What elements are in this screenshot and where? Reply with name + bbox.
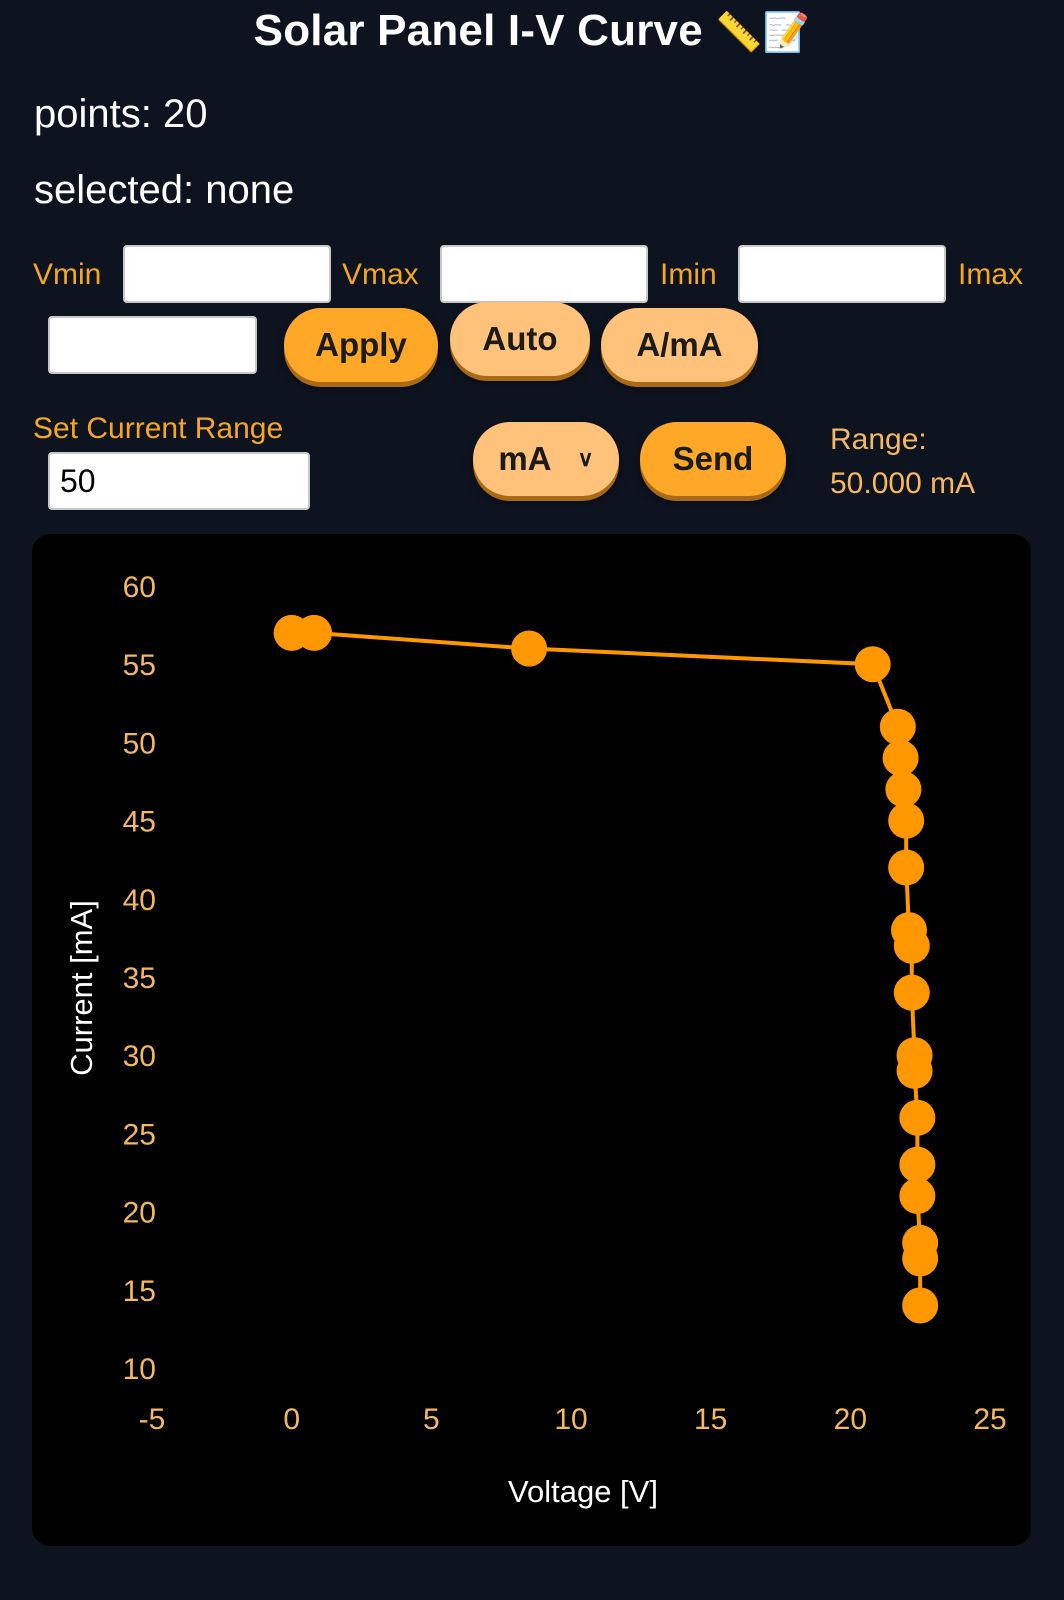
imax-input[interactable] <box>48 316 257 374</box>
page-title-text: Solar Panel I-V Curve <box>253 6 703 55</box>
apply-button[interactable]: Apply <box>284 308 438 382</box>
y-axis-label: Current [mA] <box>64 900 99 1076</box>
send-button[interactable]: Send <box>640 422 786 496</box>
y-tick-label: 55 <box>123 649 156 682</box>
y-tick-label: 20 <box>123 1197 156 1230</box>
y-tick-label: 35 <box>123 962 156 995</box>
data-point[interactable] <box>296 614 333 651</box>
range-readout: Range: 50.000 mA <box>830 418 975 506</box>
y-tick-label: 45 <box>123 806 156 839</box>
unit-toggle-button[interactable]: A/mA <box>601 308 758 382</box>
iv-chart: 60 55 50 45 40 35 30 25 20 15 10 -5 0 5 10 15 20 25 Curr… <box>32 534 1031 1546</box>
data-point[interactable] <box>902 1287 939 1324</box>
y-tick-label: 15 <box>123 1275 156 1308</box>
vmin-label: Vmin <box>33 258 102 291</box>
data-point[interactable] <box>896 1052 933 1089</box>
data-point[interactable] <box>888 802 925 839</box>
vmax-input[interactable] <box>440 245 648 303</box>
current-range-input[interactable] <box>48 452 310 510</box>
series-line <box>291 630 923 1306</box>
x-tick-label: 20 <box>834 1403 867 1436</box>
x-tick-label: 5 <box>423 1403 440 1436</box>
iv-chart-svg: 60 55 50 45 40 35 30 25 20 15 10 -5 0 5 10 15 20 25 Curr… <box>64 571 1007 1509</box>
data-point[interactable] <box>882 740 919 777</box>
data-point[interactable] <box>899 1146 936 1183</box>
data-point[interactable] <box>902 1240 939 1277</box>
y-tick-label: 30 <box>123 1040 156 1073</box>
x-tick-label: 25 <box>973 1403 1006 1436</box>
page-title: Solar Panel I-V Curve 📏📝 <box>0 6 1064 56</box>
data-point[interactable] <box>854 646 891 683</box>
unit-select-value: mA <box>498 440 552 477</box>
range-value: 50.000 mA <box>830 467 976 500</box>
y-tick-label: 40 <box>123 884 156 917</box>
x-tick-label: 15 <box>694 1403 727 1436</box>
x-axis-ticks: -5 0 5 10 15 20 25 <box>139 1403 1007 1436</box>
y-tick-label: 60 <box>123 571 156 604</box>
selected-point: selected: none <box>34 168 295 212</box>
x-tick-label: 10 <box>554 1403 587 1436</box>
data-point[interactable] <box>511 630 548 667</box>
data-point[interactable] <box>888 849 925 886</box>
x-axis-label: Voltage [V] <box>508 1474 658 1509</box>
vmin-input[interactable] <box>123 245 331 303</box>
chevron-down-icon: ∨ <box>577 446 594 471</box>
y-tick-label: 50 <box>123 727 156 760</box>
data-point[interactable] <box>893 974 930 1011</box>
data-point[interactable] <box>893 927 930 964</box>
data-point[interactable] <box>899 1099 936 1136</box>
y-axis-ticks: 60 55 50 45 40 35 30 25 20 15 10 <box>123 571 156 1386</box>
auto-button[interactable]: Auto <box>450 302 590 376</box>
points-count: points: 20 <box>34 92 208 136</box>
ruler-memo-icon: 📏📝 <box>715 10 811 54</box>
imax-label: Imax <box>958 258 1024 291</box>
imin-label: Imin <box>660 258 717 291</box>
current-range-label: Set Current Range <box>33 412 284 445</box>
x-tick-label: 0 <box>283 1403 300 1436</box>
vmax-label: Vmax <box>342 258 419 291</box>
series-group <box>273 614 939 1324</box>
imin-input[interactable] <box>738 245 946 303</box>
range-label: Range: <box>830 423 927 456</box>
data-point[interactable] <box>899 1177 936 1214</box>
data-point[interactable] <box>885 771 922 808</box>
y-tick-label: 25 <box>123 1118 156 1151</box>
data-point[interactable] <box>879 708 916 745</box>
y-tick-label: 10 <box>123 1353 156 1386</box>
x-tick-label: -5 <box>139 1403 166 1436</box>
unit-select[interactable]: mA ∨ <box>473 422 619 496</box>
